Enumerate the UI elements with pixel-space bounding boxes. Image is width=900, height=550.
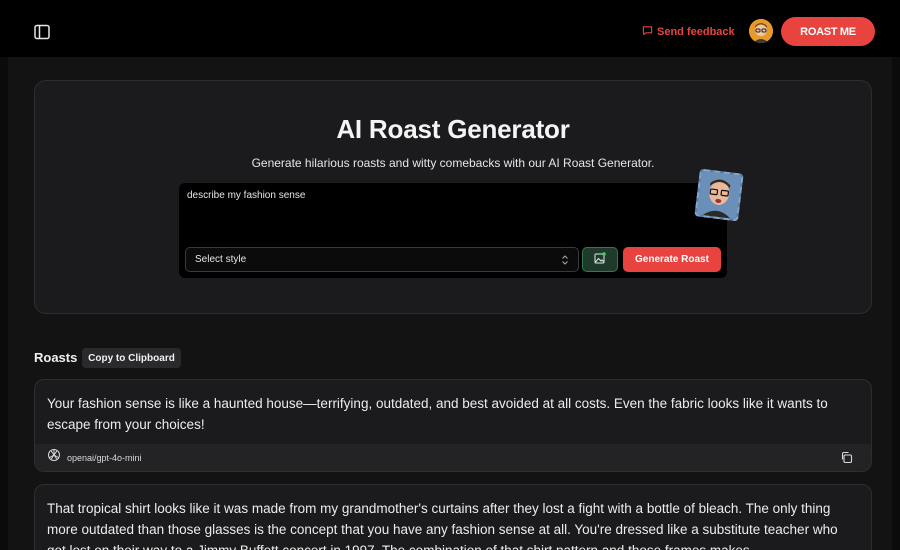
message-square-icon	[642, 25, 653, 39]
page-subtitle: Generate hilarious roasts and witty come…	[251, 156, 655, 170]
chevrons-up-down-icon	[561, 254, 569, 266]
sidebar-toggle-icon[interactable]	[33, 23, 50, 40]
send-feedback-label: Send feedback	[657, 26, 735, 38]
user-avatar[interactable]	[749, 19, 773, 43]
copy-to-clipboard-button[interactable]: Copy to Clipboard	[82, 348, 181, 368]
style-select-value: Select style	[195, 254, 247, 265]
copy-icon[interactable]	[840, 451, 853, 464]
roast-me-button[interactable]: ROAST ME	[781, 17, 875, 46]
send-feedback-link[interactable]: Send feedback	[642, 24, 735, 40]
roast-text: Your fashion sense is like a haunted hou…	[47, 396, 828, 432]
page-title: AI Roast Generator	[336, 114, 570, 144]
roast-text: That tropical shirt looks like it was ma…	[47, 501, 838, 550]
openai-logo-icon	[47, 448, 61, 467]
upload-image-button[interactable]	[582, 247, 618, 272]
roast-card-footer: openai/gpt-4o-mini	[35, 444, 871, 471]
roast-card: That tropical shirt looks like it was ma…	[34, 484, 872, 550]
top-bar: Send feedback ROAST ME	[0, 0, 900, 57]
roast-card: Your fashion sense is like a haunted hou…	[34, 379, 872, 472]
uploaded-photo-thumbnail[interactable]	[694, 168, 744, 222]
prompt-input[interactable]: describe my fashion sense	[187, 190, 687, 230]
roasts-heading: Roasts	[34, 350, 78, 365]
style-select[interactable]: Select style	[185, 247, 579, 272]
model-label: openai/gpt-4o-mini	[67, 452, 142, 463]
generate-roast-button[interactable]: Generate Roast	[623, 247, 721, 272]
image-plus-icon	[594, 251, 606, 269]
